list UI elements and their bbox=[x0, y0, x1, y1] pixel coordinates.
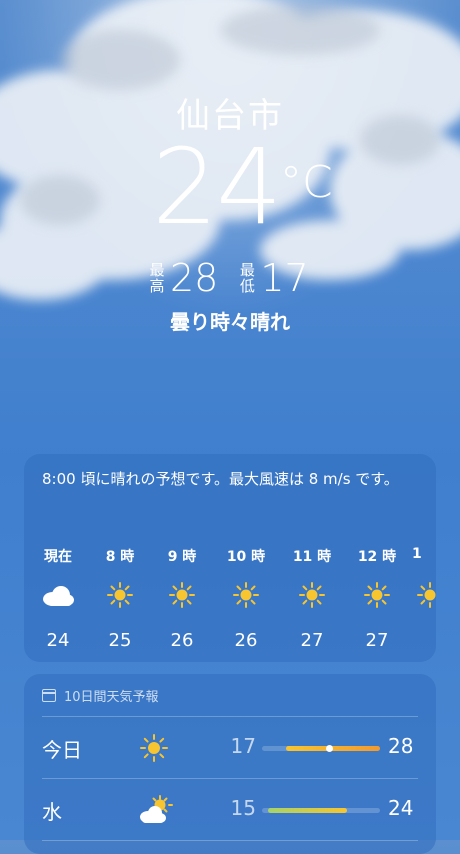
temperature-range-bar bbox=[262, 808, 380, 813]
divider bbox=[42, 716, 418, 717]
hourly-summary: 8:00 頃に晴れの予想です。最大風速は 8 m/s です。 bbox=[42, 470, 399, 488]
temperature-unit: °C bbox=[280, 157, 333, 208]
sun-icon bbox=[216, 580, 276, 610]
forecast-row[interactable]: 水 15 24 bbox=[24, 784, 436, 836]
hour-label: 11 時 bbox=[292, 549, 332, 565]
cloud-icon bbox=[28, 580, 88, 610]
sun-icon bbox=[90, 580, 150, 610]
hour-temperature: 27 bbox=[300, 630, 324, 651]
sun-icon bbox=[412, 580, 436, 610]
hour-label: 12 時 bbox=[357, 549, 397, 565]
hour-temperature: 24 bbox=[46, 630, 70, 651]
divider bbox=[42, 778, 418, 779]
high-low: 最高 28 最低 17 bbox=[148, 256, 329, 300]
sun-icon bbox=[347, 580, 407, 610]
sun-icon bbox=[152, 580, 212, 610]
partly-sunny-icon bbox=[134, 792, 174, 828]
low-label: 最低 bbox=[239, 261, 255, 295]
forecast-row[interactable]: 今日 17 28 bbox=[24, 722, 436, 774]
hour-temperature: 27 bbox=[365, 630, 389, 651]
hour-temperature: 26 bbox=[234, 630, 258, 651]
hour-label: 1 bbox=[412, 546, 422, 562]
forecast-title: 10日間天気予報 bbox=[42, 686, 159, 705]
sun-icon bbox=[282, 580, 342, 610]
divider bbox=[42, 840, 418, 841]
low-temperature: 17 bbox=[260, 256, 309, 300]
forecast-low: 17 bbox=[230, 734, 256, 758]
hourly-forecast-card[interactable]: 8:00 頃に晴れの予想です。最大風速は 8 m/s です。 現在 24 8 時… bbox=[24, 454, 436, 662]
hour-label: 8 時 bbox=[105, 549, 135, 565]
high-label: 最高 bbox=[149, 261, 165, 295]
current-temperature: 24 bbox=[152, 126, 282, 248]
ten-day-forecast-card[interactable]: 10日間天気予報 今日 17 28 水 15 24 bbox=[24, 674, 436, 854]
forecast-high: 24 bbox=[388, 796, 414, 820]
high-temperature: 28 bbox=[170, 256, 219, 300]
forecast-high: 28 bbox=[388, 734, 414, 758]
calendar-icon bbox=[42, 689, 56, 702]
forecast-day: 今日 bbox=[42, 738, 82, 762]
hour-temperature: 26 bbox=[170, 630, 194, 651]
forecast-day: 水 bbox=[42, 800, 62, 824]
hour-label: 9 時 bbox=[167, 549, 197, 565]
temperature-range-fill bbox=[267, 808, 347, 813]
sun-icon bbox=[134, 730, 174, 766]
forecast-low: 15 bbox=[230, 796, 256, 820]
weather-condition: 曇り時々晴れ bbox=[170, 310, 290, 334]
hour-label: 10 時 bbox=[226, 549, 266, 565]
hour-label: 現在 bbox=[44, 549, 72, 565]
current-weather: 仙台市 24 °C bbox=[0, 88, 460, 248]
hour-temperature: 25 bbox=[108, 630, 132, 651]
temperature-range-bar bbox=[262, 745, 380, 752]
